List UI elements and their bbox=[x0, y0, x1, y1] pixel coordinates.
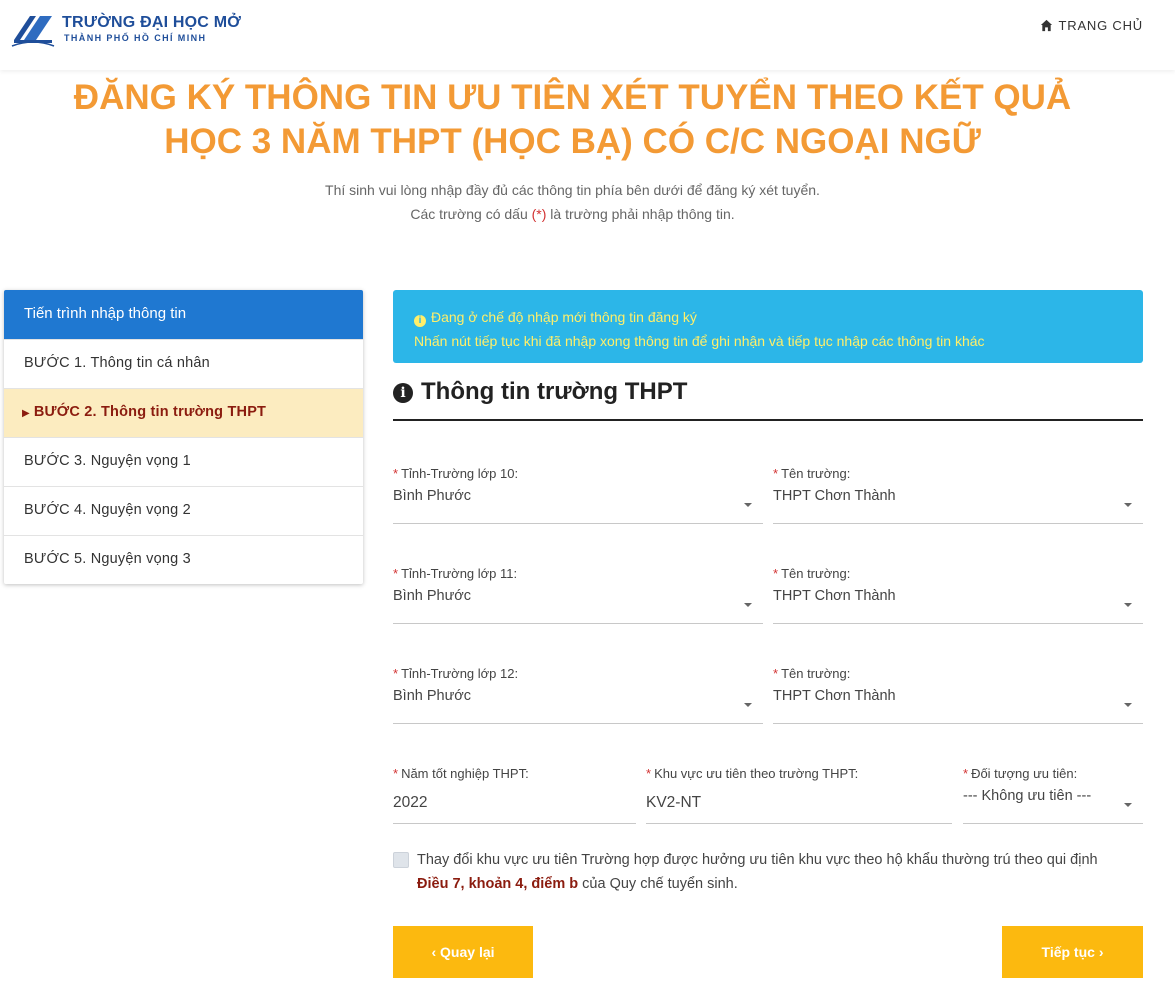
checkbox-suffix: của Quy chế tuyển sinh. bbox=[578, 876, 738, 892]
chevron-down-icon bbox=[744, 503, 752, 507]
chevron-down-icon bbox=[1124, 603, 1132, 607]
chevron-down-icon bbox=[744, 603, 752, 607]
info-circle-icon: i bbox=[393, 383, 413, 403]
info-alert: i Đang ở chế độ nhập mới thông tin đăng k… bbox=[393, 290, 1143, 363]
checkbox-text: Thay đổi khu vực ưu tiên Trường hợp được… bbox=[417, 852, 1098, 868]
required-mark: * bbox=[393, 666, 399, 681]
required-mark: * bbox=[646, 766, 652, 781]
step-label: BƯỚC 1. Thông tin cá nhân bbox=[24, 355, 210, 371]
logo-subtitle: THÀNH PHỐ HỒ CHÍ MINH bbox=[64, 33, 207, 43]
section-heading: i Thông tin trường THPT bbox=[393, 378, 1143, 421]
page-title: ĐĂNG KÝ THÔNG TIN ƯU TIÊN XÉT TUYỂN THEO… bbox=[0, 76, 1145, 164]
field-label-text: Đối tượng ưu tiên: bbox=[971, 766, 1078, 781]
chevron-down-icon bbox=[1124, 503, 1132, 507]
page-title-line2: HỌC 3 NĂM THPT (HỌC BẠ) CÓ C/C NGOẠI NGỮ bbox=[164, 122, 981, 161]
required-mark: * bbox=[773, 566, 779, 581]
field-value: THPT Chơn Thành bbox=[773, 588, 896, 604]
back-button[interactable]: ‹ Quay lại bbox=[393, 926, 533, 978]
required-mark: * bbox=[393, 566, 399, 581]
section-title: Thông tin trường THPT bbox=[421, 378, 688, 405]
province-grade10-select[interactable]: * Tỉnh-Trường lớp 10: Bình Phước bbox=[393, 466, 763, 524]
alert-line2: Nhấn nút tiếp tục khi đã nhập xong thông… bbox=[414, 333, 985, 349]
field-label-text: Tỉnh-Trường lớp 10: bbox=[401, 466, 519, 481]
intro-line2-pre: Các trường có dấu bbox=[410, 206, 532, 222]
sidebar-heading: Tiến trình nhập thông tin bbox=[4, 290, 363, 339]
page-intro: Thí sinh vui lòng nhập đầy đủ các thông … bbox=[0, 178, 1145, 226]
caret-right-icon: ▶ bbox=[22, 408, 30, 419]
field-label-text: Tên trường: bbox=[781, 466, 851, 481]
field-label: * Tên trường: bbox=[773, 566, 850, 581]
province-grade12-select[interactable]: * Tỉnh-Trường lớp 12: Bình Phước bbox=[393, 666, 763, 724]
sidebar-step-1[interactable]: BƯỚC 1. Thông tin cá nhân bbox=[4, 339, 363, 388]
sidebar-step-4[interactable]: BƯỚC 4. Nguyện vọng 2 bbox=[4, 486, 363, 535]
change-priority-area-label: Thay đổi khu vực ưu tiên Trường hợp được… bbox=[417, 848, 1137, 896]
step-label: BƯỚC 2. Thông tin trường THPT bbox=[33, 404, 267, 420]
field-value: Bình Phước bbox=[393, 588, 472, 604]
field-label-text: Tên trường: bbox=[781, 566, 851, 581]
field-label: * Tỉnh-Trường lớp 12: bbox=[393, 666, 518, 681]
field-value: THPT Chơn Thành bbox=[773, 688, 896, 704]
home-icon bbox=[1040, 19, 1052, 32]
field-label: * Khu vực ưu tiên theo trường THPT: bbox=[646, 766, 858, 781]
info-icon: i bbox=[414, 315, 426, 327]
field-label-text: Khu vực ưu tiên theo trường THPT: bbox=[654, 766, 859, 781]
school-grade12-select[interactable]: * Tên trường: THPT Chơn Thành bbox=[773, 666, 1143, 724]
field-label-text: Tỉnh-Trường lớp 11: bbox=[401, 566, 518, 581]
field-value: 2022 bbox=[393, 794, 428, 811]
chevron-down-icon bbox=[1124, 803, 1132, 807]
sidebar-step-5[interactable]: BƯỚC 5. Nguyện vọng 3 bbox=[4, 535, 363, 584]
required-mark: * bbox=[393, 466, 399, 481]
graduation-year-input[interactable]: * Năm tốt nghiệp THPT: 2022 bbox=[393, 766, 636, 824]
priority-area-input[interactable]: * Khu vực ưu tiên theo trường THPT: KV2-N… bbox=[646, 766, 952, 824]
field-value: THPT Chơn Thành bbox=[773, 488, 896, 504]
step-label: BƯỚC 5. Nguyện vọng 3 bbox=[24, 551, 191, 567]
page-title-line1: ĐĂNG KÝ THÔNG TIN ƯU TIÊN XÉT TUYỂN THEO… bbox=[73, 78, 1072, 117]
alert-line1-text: Đang ở chế độ nhập mới thông tin đăng ký bbox=[431, 309, 697, 325]
field-label: * Tên trường: bbox=[773, 666, 850, 681]
field-value: --- Không ưu tiên --- bbox=[963, 788, 1092, 804]
top-navbar: TRƯỜNG ĐẠI HỌC MỞ THÀNH PHỐ HỒ CHÍ MINH … bbox=[0, 0, 1175, 70]
chevron-down-icon bbox=[744, 703, 752, 707]
required-mark: * bbox=[773, 666, 779, 681]
school-grade10-select[interactable]: * Tên trường: THPT Chơn Thành bbox=[773, 466, 1143, 524]
required-mark: * bbox=[393, 766, 399, 781]
home-link[interactable]: TRANG CHỦ bbox=[1040, 18, 1143, 33]
school-grade11-select[interactable]: * Tên trường: THPT Chơn Thành bbox=[773, 566, 1143, 624]
field-value: Bình Phước bbox=[393, 488, 472, 504]
next-button[interactable]: Tiếp tục › bbox=[1002, 926, 1143, 978]
university-logo[interactable]: TRƯỜNG ĐẠI HỌC MỞ THÀNH PHỐ HỒ CHÍ MINH bbox=[8, 10, 241, 50]
step-label: BƯỚC 4. Nguyện vọng 2 bbox=[24, 502, 191, 518]
logo-emblem-icon bbox=[11, 16, 55, 47]
progress-sidebar: Tiến trình nhập thông tin BƯỚC 1. Thông … bbox=[4, 290, 363, 584]
chevron-down-icon bbox=[1124, 703, 1132, 707]
step-label: BƯỚC 3. Nguyện vọng 1 bbox=[24, 453, 191, 469]
intro-line1: Thí sinh vui lòng nhập đầy đủ các thông … bbox=[325, 182, 820, 198]
intro-line2: Các trường có dấu (*) là trường phải nhậ… bbox=[0, 202, 1145, 226]
field-value: KV2-NT bbox=[646, 794, 702, 811]
logo-title: TRƯỜNG ĐẠI HỌC MỞ bbox=[62, 14, 242, 31]
regulation-reference: Điều 7, khoản 4, điểm b bbox=[417, 876, 579, 892]
field-label: * Đối tượng ưu tiên: bbox=[963, 766, 1077, 781]
required-mark: * bbox=[963, 766, 969, 781]
change-priority-area-checkbox[interactable] bbox=[393, 852, 409, 868]
field-label-text: Tỉnh-Trường lớp 12: bbox=[401, 666, 519, 681]
required-mark: * bbox=[773, 466, 779, 481]
sidebar-step-3[interactable]: BƯỚC 3. Nguyện vọng 1 bbox=[4, 437, 363, 486]
province-grade11-select[interactable]: * Tỉnh-Trường lớp 11: Bình Phước bbox=[393, 566, 763, 624]
field-label: * Năm tốt nghiệp THPT: bbox=[393, 766, 529, 781]
intro-line2-post: là trường phải nhập thông tin. bbox=[546, 206, 735, 222]
sidebar-step-2[interactable]: ▶ BƯỚC 2. Thông tin trường THPT bbox=[4, 388, 363, 437]
alert-line1: i Đang ở chế độ nhập mới thông tin đăng k… bbox=[414, 305, 1122, 329]
home-link-label: TRANG CHỦ bbox=[1058, 18, 1143, 33]
priority-group-select[interactable]: * Đối tượng ưu tiên: --- Không ưu tiên --… bbox=[963, 766, 1143, 824]
field-label-text: Năm tốt nghiệp THPT: bbox=[401, 766, 529, 781]
field-label: * Tỉnh-Trường lớp 10: bbox=[393, 466, 518, 481]
field-label: * Tên trường: bbox=[773, 466, 850, 481]
field-label: * Tỉnh-Trường lớp 11: bbox=[393, 566, 517, 581]
field-value: Bình Phước bbox=[393, 688, 472, 704]
required-mark-legend: (*) bbox=[531, 206, 547, 222]
field-label-text: Tên trường: bbox=[781, 666, 851, 681]
